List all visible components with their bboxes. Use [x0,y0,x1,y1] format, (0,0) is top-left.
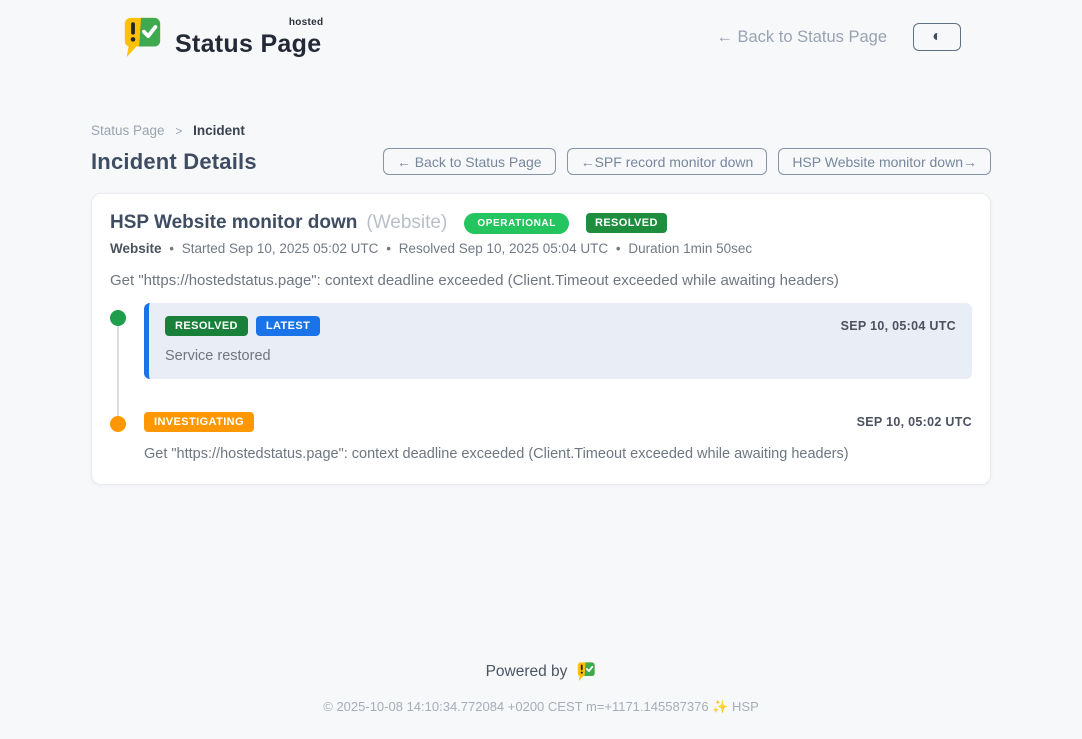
back-to-status-page-button[interactable]: ← Back to Status Page [383,148,556,175]
timeline-timestamp: SEP 10, 05:04 UTC [841,319,956,333]
timeline-entry-body: RESOLVED LATEST SEP 10, 05:04 UTC Servic… [144,303,972,379]
meta-separator: • [616,241,621,256]
next-incident-button[interactable]: HSP Website monitor down→ [778,148,991,175]
timeline-entry-header: INVESTIGATING SEP 10, 05:02 UTC [144,412,972,432]
circle-half-icon: ◐ [932,29,942,45]
breadcrumb-incident: Incident [193,123,245,138]
powered-by-label: Powered by [486,663,568,681]
incident-title-row: HSP Website monitor down (Website) OPERA… [110,212,972,234]
brand-logo[interactable]: hosted Status Page [121,15,321,59]
brand-name: Status Page [175,30,321,58]
footer: Powered by © 2025-10-08 14:10:34.772084 … [91,661,991,739]
theme-toggle-button[interactable]: ◐ [913,23,961,51]
breadcrumb-status-page[interactable]: Status Page [91,123,165,138]
meta-started: Started Sep 10, 2025 05:02 UTC [182,241,379,256]
timeline-timestamp: SEP 10, 05:02 UTC [857,415,972,429]
timeline-entry-investigating: INVESTIGATING SEP 10, 05:02 UTC Get "htt… [110,409,972,462]
resolved-status-badge: RESOLVED [586,213,667,233]
incident-timeline: RESOLVED LATEST SEP 10, 05:04 UTC Servic… [110,303,972,462]
brand-superscript: hosted [289,17,324,28]
copyright-text: © 2025-10-08 14:10:34.772084 +0200 CEST … [91,699,991,715]
header-actions: ← Back to Status Page ◐ [716,23,961,51]
breadcrumb-separator: > [175,124,182,138]
breadcrumb: Status Page > Incident [91,123,991,138]
operational-status-badge: OPERATIONAL [464,213,569,234]
brand-logo-icon [121,15,163,59]
title-row: Incident Details ← Back to Status Page ←… [91,148,991,175]
incident-card: HSP Website monitor down (Website) OPERA… [91,193,991,485]
timeline-message: Service restored [165,348,956,364]
incident-component: (Website) [366,212,447,234]
page-title: Incident Details [91,149,257,175]
brand-text: hosted Status Page [175,19,321,59]
timeline-entry-header: RESOLVED LATEST SEP 10, 05:04 UTC [165,316,956,336]
timeline-message: Get "https://hostedstatus.page": context… [144,446,972,462]
resolved-badge: RESOLVED [165,316,248,336]
incident-title: HSP Website monitor down [110,212,357,234]
back-to-status-link[interactable]: ← Back to Status Page [716,28,887,47]
header: hosted Status Page ← Back to Status Page… [91,0,991,67]
meta-separator: • [169,241,174,256]
latest-badge: LATEST [256,316,320,336]
meta-component: Website [110,241,162,256]
status-dot-resolved-icon [110,310,126,326]
timeline-entry-body: INVESTIGATING SEP 10, 05:02 UTC Get "htt… [144,409,972,462]
investigating-badge: INVESTIGATING [144,412,254,432]
timeline-entry-resolved: RESOLVED LATEST SEP 10, 05:04 UTC Servic… [110,303,972,379]
incident-nav: ← Back to Status Page ←SPF record monito… [383,148,991,175]
incident-description: Get "https://hostedstatus.page": context… [110,272,972,289]
brand-logo-icon [576,661,596,682]
incident-meta: Website • Started Sep 10, 2025 05:02 UTC… [110,241,972,256]
meta-resolved: Resolved Sep 10, 2025 05:04 UTC [399,241,608,256]
status-dot-investigating-icon [110,416,126,432]
meta-duration: Duration 1min 50sec [628,241,752,256]
powered-by: Powered by [486,661,597,682]
meta-separator: • [386,241,391,256]
prev-incident-button[interactable]: ←SPF record monitor down [567,148,768,175]
